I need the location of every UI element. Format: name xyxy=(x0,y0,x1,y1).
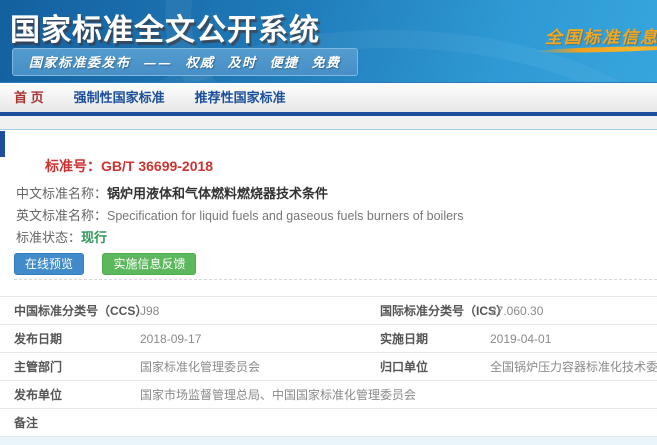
nav-item-mandatory-standards[interactable]: 强制性国家标准 xyxy=(74,83,165,112)
site-header: 国家标准全文公开系统 国家标准委发布 —— 权威 及时 便捷 免费 全国标准信息… xyxy=(0,0,657,82)
field-chinese-name: 中文标准名称：锅炉用液体和气体燃料燃烧器技术条件 xyxy=(16,183,657,205)
table-row: 主管部门 国家标准化管理委员会 归口单位 全国锅炉压力容器标准化技术委员会 xyxy=(0,352,657,380)
ics-label: 国际标准分类号（ICS） xyxy=(380,302,490,319)
gap-strip xyxy=(0,116,657,129)
details-table: 中国标准分类号（CCS） J98 国际标准分类号（ICS） 27.060.30 … xyxy=(0,296,657,436)
ics-value: 27.060.30 xyxy=(490,304,657,318)
publish-date-value: 2018-09-17 xyxy=(140,332,380,346)
site-title: 国家标准全文公开系统 xyxy=(10,5,320,49)
issuing-unit-value: 国家市场监督管理总局、中国国家标准化管理委员会 xyxy=(140,386,657,403)
table-row: 发布单位 国家市场监督管理总局、中国国家标准化管理委员会 xyxy=(0,380,657,408)
action-buttons: 在线预览 实施信息反馈 xyxy=(14,253,657,275)
field-english-name: 英文标准名称：Specification for liquid fuels an… xyxy=(16,205,657,227)
online-preview-button[interactable]: 在线预览 xyxy=(14,253,84,275)
nav-item-recommended-standards[interactable]: 推荐性国家标准 xyxy=(195,83,286,112)
english-name-label: 英文标准名称： xyxy=(16,208,107,223)
implement-date-label: 实施日期 xyxy=(380,330,490,347)
nav-item-home[interactable]: 首 页 xyxy=(14,83,44,112)
competent-dept-label: 主管部门 xyxy=(14,358,140,375)
footer-strip xyxy=(0,436,657,445)
standard-info-fields: 中文标准名称：锅炉用液体和气体燃料燃烧器技术条件 英文标准名称：Specific… xyxy=(16,183,657,249)
standard-detail-panel: 标准号：GB/T 36699-2018 中文标准名称：锅炉用液体和气体燃料燃烧器… xyxy=(0,129,657,444)
ccs-value: J98 xyxy=(140,304,380,318)
standard-number-label: 标准号： xyxy=(45,158,101,174)
chinese-name-value: 锅炉用液体和气体燃料燃烧器技术条件 xyxy=(107,186,328,201)
table-row: 中国标准分类号（CCS） J98 国际标准分类号（ICS） 27.060.30 xyxy=(0,296,657,324)
english-name-value: Specification for liquid fuels and gaseo… xyxy=(107,209,463,223)
standard-number-value: GB/T 36699-2018 xyxy=(101,158,213,174)
status-badge: 现行 xyxy=(81,230,107,245)
platform-banner-text: 全国标准信息公 xyxy=(545,23,657,48)
left-accent-notch xyxy=(0,131,5,157)
status-label: 标准状态： xyxy=(16,230,81,245)
table-row: 备注 xyxy=(0,408,657,436)
publisher-slogan: 国家标准委发布 —— 权威 及时 便捷 免费 xyxy=(12,48,358,76)
centralized-unit-value: 全国锅炉压力容器标准化技术委员会 xyxy=(490,358,657,375)
competent-dept-value: 国家标准化管理委员会 xyxy=(140,358,380,375)
table-row: 发布日期 2018-09-17 实施日期 2019-04-01 xyxy=(0,324,657,352)
standard-number-line: 标准号：GB/T 36699-2018 xyxy=(45,156,657,173)
ccs-label: 中国标准分类号（CCS） xyxy=(14,302,140,319)
centralized-unit-label: 归口单位 xyxy=(380,358,490,375)
chinese-name-label: 中文标准名称： xyxy=(16,186,107,201)
field-status: 标准状态：现行 xyxy=(16,227,657,249)
dashed-divider xyxy=(14,279,657,280)
publish-date-label: 发布日期 xyxy=(14,330,140,347)
main-nav: 首 页 强制性国家标准 推荐性国家标准 xyxy=(0,82,657,112)
remarks-label: 备注 xyxy=(14,414,140,431)
implement-date-value: 2019-04-01 xyxy=(490,332,657,346)
issuing-unit-label: 发布单位 xyxy=(14,386,140,403)
feedback-button[interactable]: 实施信息反馈 xyxy=(102,253,196,275)
